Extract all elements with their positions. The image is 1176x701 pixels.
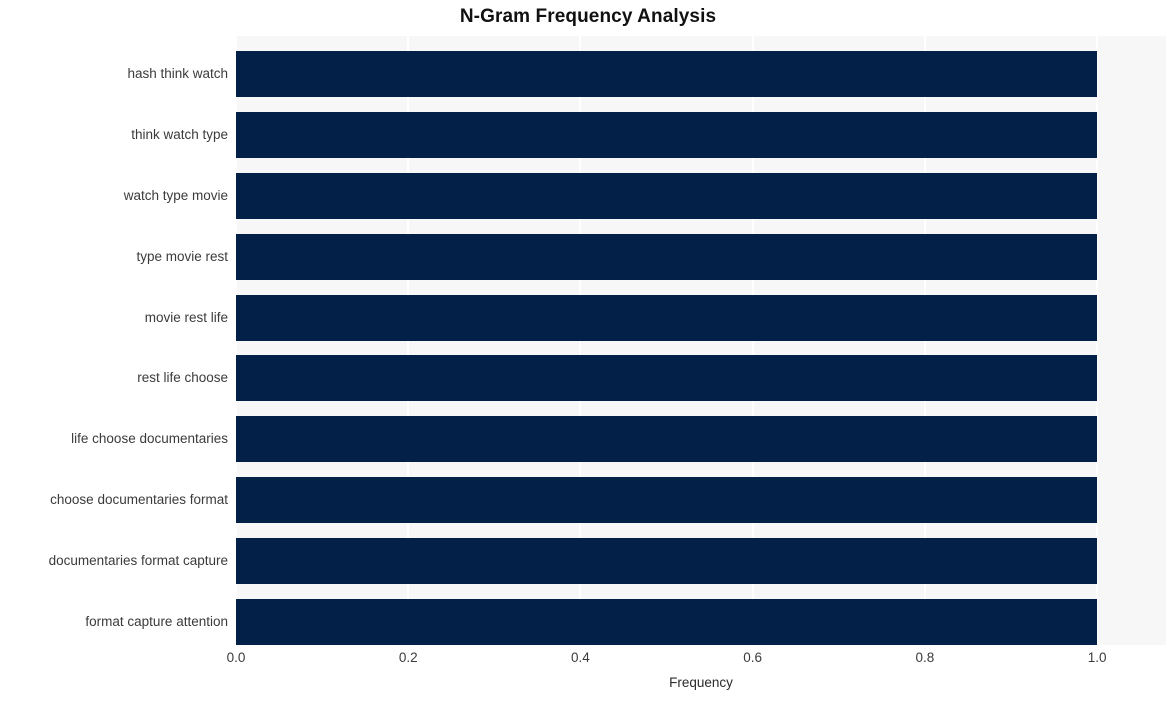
chart-figure: N-Gram Frequency Analysis hash think wat… xyxy=(0,0,1176,701)
x-axis-tick-label: 0.4 xyxy=(571,650,590,665)
plot-area xyxy=(235,36,1166,646)
bar xyxy=(236,50,1098,97)
y-axis-tick-label: life choose documentaries xyxy=(71,431,228,447)
bar xyxy=(236,111,1098,158)
y-axis-tick-label: documentaries format capture xyxy=(48,553,228,569)
bar xyxy=(236,599,1098,646)
x-axis-label: Frequency xyxy=(669,675,733,690)
x-axis-tick-label: 0.8 xyxy=(915,650,935,665)
y-axis-tick-label: watch type movie xyxy=(123,187,228,203)
x-axis-tick-label: 0.6 xyxy=(743,650,763,665)
x-axis-tick-label: 0.0 xyxy=(226,650,246,665)
bar xyxy=(236,538,1098,585)
y-axis-tick-label: type movie rest xyxy=(136,248,228,264)
chart-title: N-Gram Frequency Analysis xyxy=(459,6,717,27)
bar xyxy=(236,355,1098,402)
y-axis-tick-label: movie rest life xyxy=(144,309,228,325)
x-axis-tick-label: 0.2 xyxy=(398,650,418,665)
bar xyxy=(236,172,1098,219)
bar xyxy=(236,477,1098,524)
x-axis-tick-labels: 0.0 0.2 0.4 0.6 0.8 1.0 xyxy=(0,650,1176,670)
y-axis-tick-labels: hash think watch think watch type watch ty… xyxy=(0,36,228,645)
bar xyxy=(236,294,1098,341)
y-axis-tick-label: choose documentaries format xyxy=(50,492,228,508)
y-axis-tick-label: format capture attention xyxy=(85,614,228,630)
y-axis-tick-label: hash think watch xyxy=(127,65,228,81)
y-axis-tick-label: rest life choose xyxy=(137,370,228,386)
bar xyxy=(236,416,1098,463)
bar xyxy=(236,233,1098,280)
y-axis-tick-label: think watch type xyxy=(131,126,228,142)
x-axis-tick-label: 1.0 xyxy=(1087,650,1107,665)
